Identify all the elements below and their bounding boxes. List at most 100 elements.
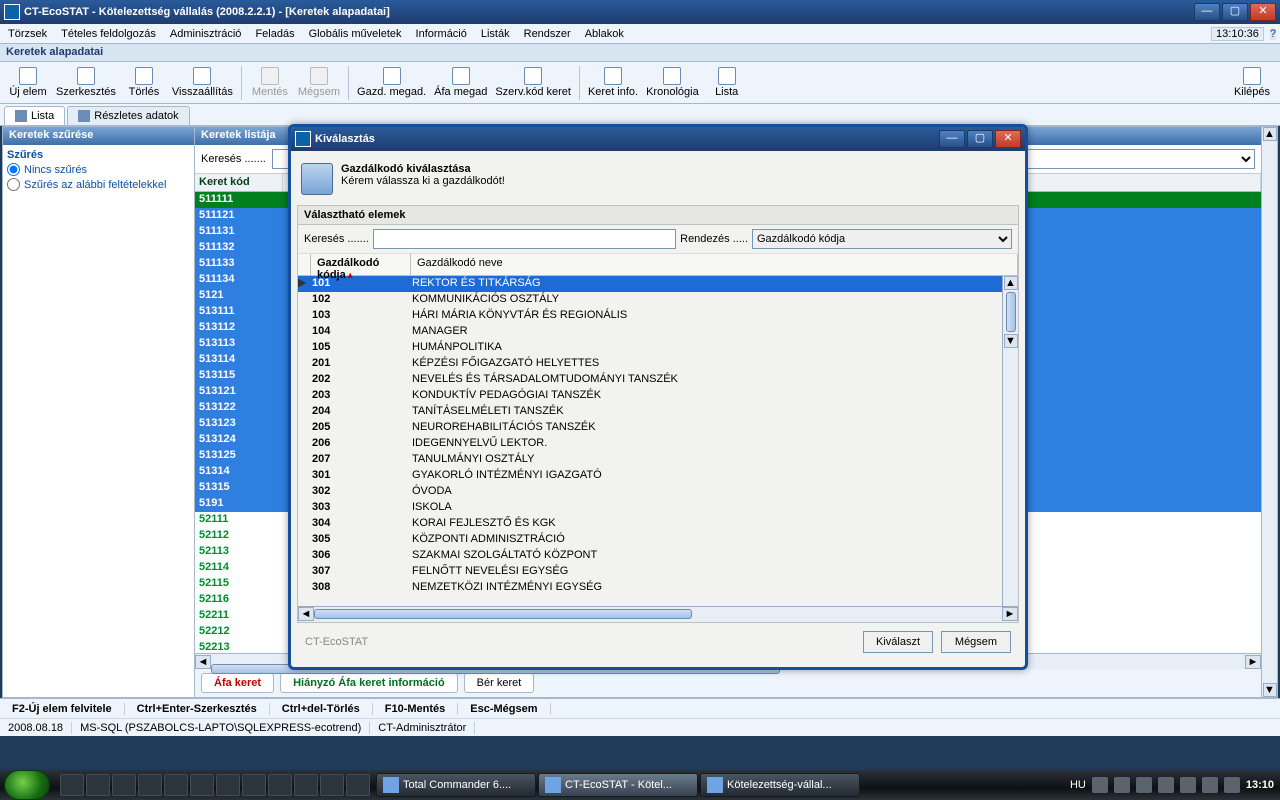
- ql-icon[interactable]: [294, 774, 318, 796]
- menu-listak[interactable]: Listák: [477, 26, 514, 42]
- dialog-row[interactable]: 304KORAI FEJLESZTŐ ÉS KGK: [298, 516, 1018, 532]
- dialog-row[interactable]: 104MANAGER: [298, 324, 1018, 340]
- tab-részletes adatok[interactable]: Részletes adatok: [67, 106, 189, 125]
- minimize-button[interactable]: —: [1194, 3, 1220, 21]
- menu-torzsek[interactable]: Törzsek: [4, 26, 51, 42]
- ql-icon[interactable]: [320, 774, 344, 796]
- dialog-cancel-button[interactable]: Mégsem: [941, 631, 1011, 653]
- dialog-row[interactable]: 307FELNŐTT NEVELÉSI EGYSÉG: [298, 564, 1018, 580]
- dialog-row[interactable]: 301GYAKORLÓ INTÉZMÉNYI IGAZGATÓ: [298, 468, 1018, 484]
- dialog-vscroll-up-icon[interactable]: ▲: [1004, 276, 1018, 290]
- info-tab[interactable]: Áfa keret: [201, 673, 274, 693]
- menu-info[interactable]: Információ: [412, 26, 471, 42]
- filter-radio-none[interactable]: [7, 163, 20, 176]
- dialog-row[interactable]: 105HUMÁNPOLITIKA: [298, 340, 1018, 356]
- ql-icon[interactable]: [242, 774, 266, 796]
- dialog-row[interactable]: ▶101REKTOR ÉS TITKÁRSÁG: [298, 276, 1018, 292]
- tray-icon[interactable]: [1136, 777, 1152, 793]
- vscroll-up-icon[interactable]: ▲: [1263, 127, 1277, 141]
- menu-teteles[interactable]: Tételes feldolgozás: [57, 26, 160, 42]
- ql-icon[interactable]: [190, 774, 214, 796]
- info-tab[interactable]: Bér keret: [464, 673, 535, 693]
- dialog-search-input[interactable]: [373, 229, 676, 249]
- dialog-col-code[interactable]: Gazdálkodó kódja▲: [311, 254, 411, 275]
- ql-icon[interactable]: [216, 774, 240, 796]
- dialog-vscroll-thumb[interactable]: [1006, 292, 1016, 332]
- tray-icon[interactable]: [1224, 777, 1240, 793]
- dialog-col-name[interactable]: Gazdálkodó neve: [411, 254, 1018, 275]
- dialog-row[interactable]: 207TANULMÁNYI OSZTÁLY: [298, 452, 1018, 468]
- ql-icon[interactable]: [346, 774, 370, 796]
- close-button[interactable]: ✕: [1250, 3, 1276, 21]
- dialog-hscroll-left-icon[interactable]: ◄: [298, 607, 314, 621]
- taskbar-task[interactable]: Total Commander 6....: [376, 773, 536, 797]
- dialog-row[interactable]: 302ÓVODA: [298, 484, 1018, 500]
- tray-lang[interactable]: HU: [1070, 779, 1086, 791]
- ql-icon[interactable]: [112, 774, 136, 796]
- tray-icon[interactable]: [1158, 777, 1174, 793]
- tray-icon[interactable]: [1092, 777, 1108, 793]
- dialog-row[interactable]: 206IDEGENNYELVŰ LEKTOR.: [298, 436, 1018, 452]
- dialog-minimize-button[interactable]: —: [939, 130, 965, 148]
- tab-lista[interactable]: Lista: [4, 106, 65, 125]
- toolbar-keret-info-[interactable]: Keret info.: [584, 65, 642, 100]
- taskbar-task[interactable]: Kötelezettség-vállal...: [700, 773, 860, 797]
- toolbar-t-rl-s[interactable]: Törlés: [120, 65, 168, 100]
- dialog-row[interactable]: 201KÉPZÉSI FŐIGAZGATÓ HELYETTES: [298, 356, 1018, 372]
- dialog-grid-body[interactable]: ▶101REKTOR ÉS TITKÁRSÁG102KOMMUNIKÁCIÓS …: [298, 276, 1018, 606]
- dialog-close-button[interactable]: ✕: [995, 130, 1021, 148]
- dialog-row[interactable]: 303ISKOLA: [298, 500, 1018, 516]
- dialog-order-select[interactable]: Gazdálkodó kódja: [752, 229, 1012, 249]
- col-keret-kod[interactable]: Keret kód: [195, 174, 283, 191]
- mdi-help-button[interactable]: ?: [1270, 28, 1276, 40]
- taskbar-task[interactable]: CT-EcoSTAT - Kötel...: [538, 773, 698, 797]
- ql-icon[interactable]: [86, 774, 110, 796]
- dialog-row[interactable]: 203KONDUKTÍV PEDAGÓGIAI TANSZÉK: [298, 388, 1018, 404]
- right-vscroll[interactable]: ▲ ▼: [1261, 127, 1277, 697]
- toolbar-exit[interactable]: Kilépés: [1228, 65, 1276, 100]
- hscroll-right-icon[interactable]: ►: [1245, 655, 1261, 669]
- toolbar-kronol-gia[interactable]: Kronológia: [642, 65, 703, 100]
- hscroll-left-icon[interactable]: ◄: [195, 655, 211, 669]
- tray-clock[interactable]: 13:10: [1246, 779, 1274, 791]
- tray-icon[interactable]: [1180, 777, 1196, 793]
- menu-globalis[interactable]: Globális műveletek: [305, 26, 406, 42]
- dialog-hscroll[interactable]: ◄ ►: [298, 606, 1018, 622]
- dialog-row[interactable]: 102KOMMUNIKÁCIÓS OSZTÁLY: [298, 292, 1018, 308]
- toolbar-szerkeszt-s[interactable]: Szerkesztés: [52, 65, 120, 100]
- dialog-vscroll-down-icon[interactable]: ▼: [1004, 334, 1018, 348]
- ql-icon[interactable]: [268, 774, 292, 796]
- toolbar-lista[interactable]: Lista: [703, 65, 751, 100]
- dialog-row[interactable]: 205NEUROREHABILITÁCIÓS TANSZÉK: [298, 420, 1018, 436]
- dialog-row[interactable]: 202NEVELÉS ÉS TÁRSADALOMTUDOMÁNYI TANSZÉ…: [298, 372, 1018, 388]
- dialog-row[interactable]: 306SZAKMAI SZOLGÁLTATÓ KÖZPONT: [298, 548, 1018, 564]
- menu-ablakok[interactable]: Ablakok: [581, 26, 628, 42]
- menu-admin[interactable]: Adminisztráció: [166, 26, 246, 42]
- ql-icon[interactable]: [138, 774, 162, 796]
- toolbar-vissza-ll-t-s[interactable]: Visszaállítás: [168, 65, 237, 100]
- ql-icon[interactable]: [164, 774, 188, 796]
- maximize-button[interactable]: ▢: [1222, 3, 1248, 21]
- dialog-hscroll-thumb[interactable]: [314, 609, 692, 619]
- menu-rendszer[interactable]: Rendszer: [520, 26, 575, 42]
- toolbar-szerv-k-d-keret[interactable]: Szerv.kód keret: [491, 65, 575, 100]
- dialog-row[interactable]: 305KÖZPONTI ADMINISZTRÁCIÓ: [298, 532, 1018, 548]
- filter-option-none[interactable]: Nincs szűrés: [7, 163, 190, 176]
- tray-icon[interactable]: [1114, 777, 1130, 793]
- tray-icon[interactable]: [1202, 777, 1218, 793]
- dialog-maximize-button[interactable]: ▢: [967, 130, 993, 148]
- dialog-row[interactable]: 308NEMZETKÖZI INTÉZMÉNYI EGYSÉG: [298, 580, 1018, 596]
- menu-feladas[interactable]: Feladás: [251, 26, 298, 42]
- toolbar--fa-megad[interactable]: Áfa megad: [430, 65, 491, 100]
- toolbar--j-elem[interactable]: Új elem: [4, 65, 52, 100]
- dialog-row[interactable]: 204TANÍTÁSELMÉLETI TANSZÉK: [298, 404, 1018, 420]
- filter-option-custom[interactable]: Szűrés az alábbi feltételekkel: [7, 178, 190, 191]
- start-button[interactable]: [4, 770, 50, 800]
- filter-radio-custom[interactable]: [7, 178, 20, 191]
- vscroll-down-icon[interactable]: ▼: [1263, 683, 1277, 697]
- ql-icon[interactable]: [60, 774, 84, 796]
- dialog-hscroll-right-icon[interactable]: ►: [1002, 607, 1018, 621]
- dialog-ok-button[interactable]: Kiválaszt: [863, 631, 933, 653]
- list-order-select[interactable]: [1015, 149, 1255, 169]
- info-tab[interactable]: Hiányzó Áfa keret információ: [280, 673, 458, 693]
